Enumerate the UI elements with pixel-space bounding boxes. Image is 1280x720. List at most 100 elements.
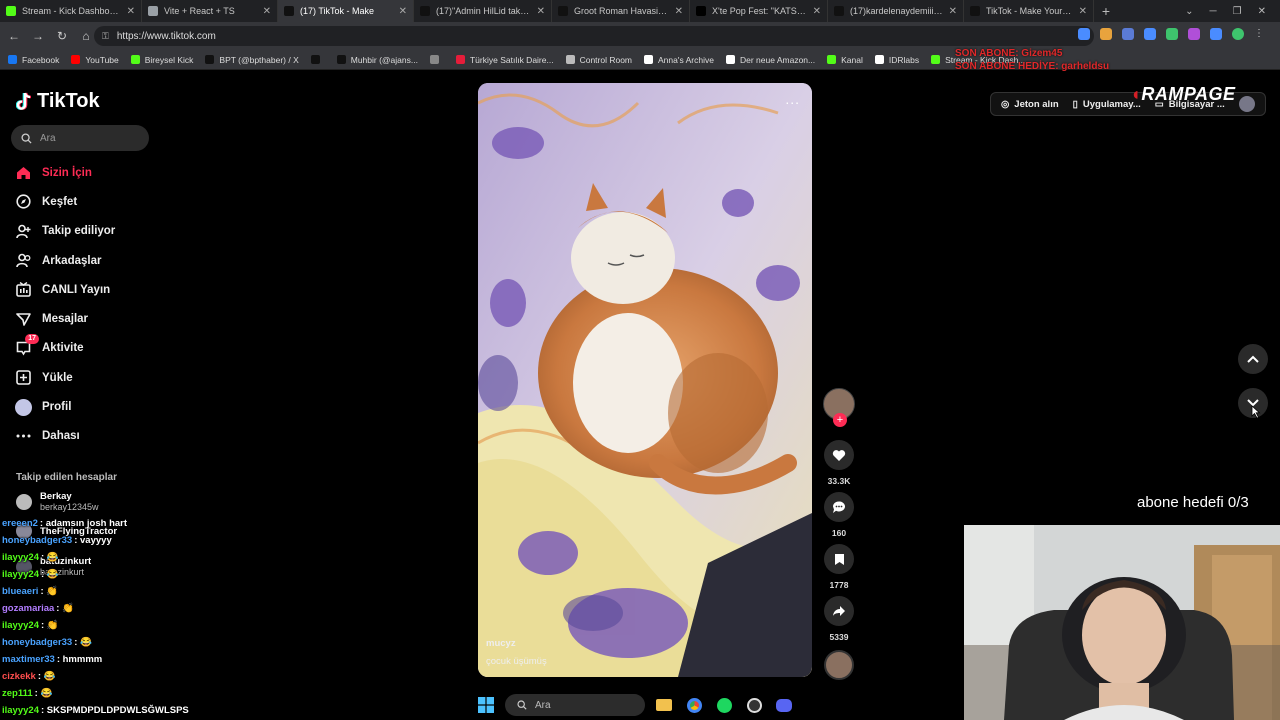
back-icon[interactable]: ← [4,29,24,43]
extension-icon[interactable] [1078,28,1090,40]
tab-close-icon[interactable]: ✕ [813,6,821,17]
bookmark-item[interactable]: Türkiye Satılık Daire... [455,55,554,65]
extension-icon[interactable] [1188,28,1200,40]
save-button[interactable] [824,544,854,574]
tab-close-icon[interactable]: ✕ [1079,6,1087,17]
bookmark-item[interactable]: Bireysel Kick [130,55,193,65]
extension-icon[interactable] [1100,28,1112,40]
file-explorer-icon[interactable] [653,694,675,716]
tab-close-icon[interactable]: ✕ [399,6,407,17]
taskbar-search-placeholder: Ara [535,699,551,711]
close-window-button[interactable]: ✕ [1258,6,1266,17]
bookmark-item[interactable] [310,55,325,64]
puzzle-icon[interactable] [1144,28,1156,40]
bookmark-item[interactable]: Der neue Amazon... [725,55,815,65]
tab-close-icon[interactable]: ✕ [537,6,545,17]
chrome-icon[interactable] [683,694,705,716]
sidebar-item-more[interactable]: Dahası [15,422,165,451]
tab-favicon-icon [834,6,844,16]
sidebar-item-live[interactable]: CANLI Yayın [15,275,165,304]
sidebar-item-home[interactable]: Sizin İçin [15,158,165,187]
bookmark-item[interactable]: YouTube [71,55,119,65]
sidebar-item-following[interactable]: Takip ediliyor [15,217,165,246]
bookmark-favicon-icon [565,55,575,64]
bookmark-item[interactable]: Muhbir (@ajans... [336,55,418,65]
tab-close-icon[interactable]: ✕ [949,6,957,17]
sidebar-item-label: CANLI Yayın [42,283,111,296]
taskbar-search[interactable]: Ara [505,694,645,716]
browser-tab[interactable]: (17) TikTok - Make ✕ [278,0,414,22]
notification-badge: 17 [25,333,39,344]
minimize-button[interactable]: ─ [1210,6,1217,17]
coins-button[interactable]: ◎ Jeton alın [1001,99,1059,110]
bookmark-item[interactable]: Anna's Archive [644,55,714,65]
reload-icon[interactable]: ↻ [52,29,72,43]
rampage-arc-icon: ◖ [1130,84,1142,104]
bookmark-item[interactable]: Kanal [827,55,863,65]
obs-icon[interactable] [743,694,765,716]
sidepanel-icon[interactable] [1210,28,1222,40]
sidebar-item-message[interactable]: Mesajlar [15,304,165,333]
sidebar-item-label: Dahası [42,430,80,443]
tiktok-logo[interactable]: TikTok [16,90,100,113]
creator-avatar[interactable]: + [823,388,855,427]
browser-tab[interactable]: Groot Roman Havasi Oyn ✕ [552,0,690,22]
bookmark-item[interactable] [429,55,444,64]
comment-button[interactable] [824,492,854,522]
tab-close-icon[interactable]: ✕ [263,6,271,17]
profile-avatar[interactable] [1232,28,1244,40]
bookmark-item[interactable]: Facebook [8,55,59,65]
bookmark-item[interactable]: Control Room [565,55,632,65]
forward-icon[interactable]: → [28,29,48,43]
browser-tab[interactable]: (17)"Admin HilLid taklit v ✕ [414,0,552,22]
discord-icon[interactable] [773,694,795,716]
bookmark-item[interactable]: IDRlabs [874,55,919,65]
menu-icon[interactable]: ⋮ [1254,28,1266,40]
sidebar-item-profile[interactable]: Profil [15,392,165,421]
extension-icon[interactable] [1166,28,1178,40]
tiktok-icon [16,92,32,110]
following-account[interactable]: Berkay berkay12345w [16,491,99,513]
tab-close-icon[interactable]: ✕ [127,6,135,17]
bookmark-favicon-icon [644,55,654,64]
sidebar-item-upload[interactable]: Yükle [15,363,165,392]
address-bar[interactable]: ⚿ https://www.tiktok.com [94,26,1094,46]
windows-start-icon[interactable] [475,694,497,716]
sidebar-item-compass[interactable]: Keşfet [15,187,165,216]
sidebar-item-friends[interactable]: Arkadaşlar [15,246,165,275]
like-button[interactable] [824,440,854,470]
previous-video-button[interactable] [1238,344,1268,374]
bookmark-item[interactable]: BPT (@bpthaber) / X [205,55,299,65]
chat-username: ereeen2 [2,518,38,529]
user-avatar[interactable] [1238,96,1255,112]
video-player[interactable]: ... mucyz çocuk üşümüş [478,83,812,677]
sidebar-item-label: Sizin İçin [42,166,92,179]
share-button[interactable] [824,596,854,626]
browser-tab[interactable]: Stream - Kick Dashboard ✕ [0,0,142,22]
video-more-button[interactable]: ... [785,91,800,107]
home-icon[interactable]: ⌂ [76,29,96,43]
sidebar-item-activity[interactable]: 17 Aktivite [15,333,165,363]
video-author[interactable]: mucyz [486,638,516,649]
chat-text: : SKSPMDPDLDPDWLSĞWLSPS [40,705,189,716]
extension-icon[interactable] [1122,28,1134,40]
browser-tab[interactable]: X'te Pop Fest: "KATSEYE'd ✕ [690,0,828,22]
maximize-button[interactable]: ❐ [1233,6,1242,17]
site-info-icon[interactable]: ⚿ [102,31,109,42]
new-tab-button[interactable]: + [1094,3,1118,19]
tab-close-icon[interactable]: ✕ [675,6,683,17]
video-actions: + 33.3K 160 1778 5339 [822,388,856,680]
tab-search-icon[interactable]: ⌄ [1185,6,1193,17]
spotify-icon[interactable] [713,694,735,716]
music-disc-icon[interactable] [824,650,854,680]
browser-tab[interactable]: Vite + React + TS ✕ [142,0,278,22]
bookmark-favicon-icon [455,55,465,64]
browser-tab[interactable]: TikTok - Make Your Day ✕ [964,0,1094,22]
chat-text: : 😂 [34,688,53,699]
follow-plus-icon[interactable]: + [833,413,847,427]
browser-tab[interactable]: (17)kardelenaydemiiir (@ ✕ [828,0,964,22]
bookmark-icon [834,553,844,565]
upload-icon [15,369,32,386]
search-input[interactable]: Ara [11,125,149,151]
chat-message: cizkekk: 😂 [2,668,262,685]
